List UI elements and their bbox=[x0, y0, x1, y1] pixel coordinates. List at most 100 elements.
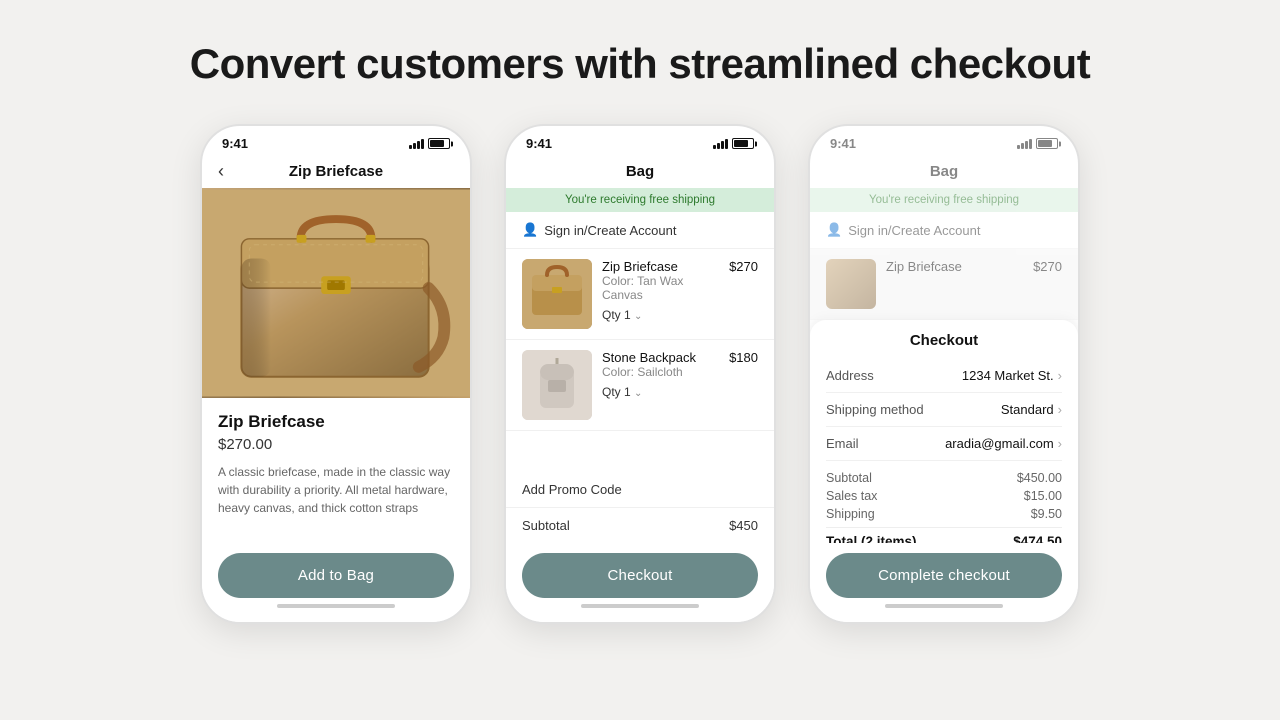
product-image bbox=[202, 188, 470, 398]
status-bar-3: 9:41 bbox=[810, 126, 1078, 155]
phone-bottom-3: Complete checkout bbox=[810, 543, 1078, 622]
address-label: Address bbox=[826, 368, 874, 383]
nav-title-product: Zip Briefcase bbox=[289, 163, 383, 180]
status-time-1: 9:41 bbox=[222, 136, 248, 151]
subtotal-label: Subtotal bbox=[522, 518, 570, 533]
screen-checkout: Bag You're receiving free shipping 👤 Sig… bbox=[810, 155, 1078, 543]
grand-total-row: Total (2 items) $474.50 bbox=[826, 527, 1062, 543]
checkout-email-row[interactable]: Email aradia@gmail.com › bbox=[826, 427, 1062, 461]
status-time-2: 9:41 bbox=[526, 136, 552, 151]
shipping-chevron: › bbox=[1058, 402, 1062, 417]
status-icons-3 bbox=[1017, 138, 1058, 149]
status-icons-1 bbox=[409, 138, 450, 149]
screen-product: ‹ Zip Briefcase bbox=[202, 155, 470, 543]
sign-in-row-3: 👤 Sign in/Create Account bbox=[810, 212, 1078, 249]
subtotal-value: $450 bbox=[729, 518, 758, 533]
checkout-modal: Checkout Address 1234 Market St. › Shipp… bbox=[810, 320, 1078, 543]
address-value: 1234 Market St. › bbox=[962, 368, 1062, 383]
cart-item-price-checkout: $270 bbox=[1033, 259, 1062, 274]
grand-total-value: $474.50 bbox=[1013, 534, 1062, 543]
sign-in-label-2: Sign in/Create Account bbox=[544, 223, 676, 238]
cart-item-qty-1[interactable]: Qty 1 ⌄ bbox=[602, 308, 719, 322]
add-to-bag-button[interactable]: Add to Bag bbox=[218, 553, 454, 598]
cart-item-details-1: Zip Briefcase Color: Tan Wax Canvas Qty … bbox=[602, 259, 719, 322]
cart-item-img-backpack bbox=[522, 350, 592, 420]
email-label: Email bbox=[826, 436, 859, 451]
signal-icon-3 bbox=[1017, 139, 1032, 149]
cart-item-1: Zip Briefcase Color: Tan Wax Canvas Qty … bbox=[506, 249, 774, 340]
shipping-cost-row: Shipping $9.50 bbox=[826, 505, 1062, 523]
shipping-value: Standard › bbox=[1001, 402, 1062, 417]
headline: Convert customers with streamlined check… bbox=[190, 40, 1090, 88]
phones-row: 9:41 ‹ Zip Briefcase bbox=[200, 124, 1080, 624]
status-bar-2: 9:41 bbox=[506, 126, 774, 155]
bag-top-dimmed: Bag You're receiving free shipping 👤 Sig… bbox=[810, 155, 1078, 320]
shipping-cost-label: Shipping bbox=[826, 507, 875, 521]
nav-bar-product: ‹ Zip Briefcase bbox=[202, 155, 470, 188]
cart-item-name-1: Zip Briefcase bbox=[602, 259, 719, 274]
bag-title-3: Bag bbox=[810, 155, 1078, 188]
product-info: Zip Briefcase $270.00 A classic briefcas… bbox=[202, 398, 470, 543]
tax-value: $15.00 bbox=[1024, 489, 1062, 503]
product-price: $270.00 bbox=[218, 436, 454, 453]
status-time-3: 9:41 bbox=[830, 136, 856, 151]
subtotal-value-checkout: $450.00 bbox=[1017, 471, 1062, 485]
phone-bottom-2: Checkout bbox=[506, 543, 774, 622]
phone-checkout: 9:41 Bag You're receiving free shipping … bbox=[808, 124, 1080, 624]
cart-item-name-checkout: Zip Briefcase bbox=[886, 259, 1023, 274]
phone-product: 9:41 ‹ Zip Briefcase bbox=[200, 124, 472, 624]
cart-item-details-checkout: Zip Briefcase bbox=[886, 259, 1023, 274]
free-shipping-banner-2: You're receiving free shipping bbox=[506, 188, 774, 212]
promo-code-row[interactable]: Add Promo Code bbox=[506, 472, 774, 508]
cart-item-img-checkout bbox=[826, 259, 876, 309]
cart-item-color-2: Color: Sailcloth bbox=[602, 365, 719, 379]
status-icons-2 bbox=[713, 138, 754, 149]
email-chevron: › bbox=[1058, 436, 1062, 451]
home-indicator-2 bbox=[581, 604, 699, 608]
complete-checkout-button[interactable]: Complete checkout bbox=[826, 553, 1062, 598]
home-indicator-1 bbox=[277, 604, 395, 608]
checkout-modal-title: Checkout bbox=[826, 332, 1062, 349]
user-icon-2: 👤 bbox=[522, 222, 538, 238]
grand-total-label: Total (2 items) bbox=[826, 534, 917, 543]
battery-icon-1 bbox=[428, 138, 450, 149]
email-value: aradia@gmail.com › bbox=[945, 436, 1062, 451]
cart-item-qty-2[interactable]: Qty 1 ⌄ bbox=[602, 385, 719, 399]
sign-in-row-2[interactable]: 👤 Sign in/Create Account bbox=[506, 212, 774, 249]
cart-item-price-1: $270 bbox=[729, 259, 758, 274]
product-description: A classic briefcase, made in the classic… bbox=[218, 463, 454, 517]
totals-section: Subtotal $450.00 Sales tax $15.00 Shippi… bbox=[826, 461, 1062, 543]
cart-item-img-briefcase bbox=[522, 259, 592, 329]
battery-icon-2 bbox=[732, 138, 754, 149]
subtotal-label-checkout: Subtotal bbox=[826, 471, 872, 485]
screen-bag: Bag You're receiving free shipping 👤 Sig… bbox=[506, 155, 774, 543]
phone-bottom-1: Add to Bag bbox=[202, 543, 470, 622]
cart-item-details-2: Stone Backpack Color: Sailcloth Qty 1 ⌄ bbox=[602, 350, 719, 399]
user-icon-3: 👤 bbox=[826, 222, 842, 238]
tax-label: Sales tax bbox=[826, 489, 877, 503]
subtotal-row: Subtotal $450 bbox=[506, 508, 774, 543]
checkout-address-row[interactable]: Address 1234 Market St. › bbox=[826, 359, 1062, 393]
checkout-button[interactable]: Checkout bbox=[522, 553, 758, 598]
back-button[interactable]: ‹ bbox=[218, 161, 224, 182]
subtotal-total-row: Subtotal $450.00 bbox=[826, 469, 1062, 487]
home-indicator-3 bbox=[885, 604, 1003, 608]
cart-items-2: Zip Briefcase Color: Tan Wax Canvas Qty … bbox=[506, 249, 774, 472]
address-chevron: › bbox=[1058, 368, 1062, 383]
bag-title: Bag bbox=[506, 155, 774, 188]
shipping-label: Shipping method bbox=[826, 402, 924, 417]
cart-item-name-2: Stone Backpack bbox=[602, 350, 719, 365]
cart-item-2: Stone Backpack Color: Sailcloth Qty 1 ⌄ … bbox=[506, 340, 774, 431]
checkout-shipping-row[interactable]: Shipping method Standard › bbox=[826, 393, 1062, 427]
battery-icon-3 bbox=[1036, 138, 1058, 149]
shipping-cost-value: $9.50 bbox=[1031, 507, 1062, 521]
signal-icon-2 bbox=[713, 139, 728, 149]
cart-item-price-2: $180 bbox=[729, 350, 758, 365]
phone-bag: 9:41 Bag You're receiving free shipping … bbox=[504, 124, 776, 624]
tax-row: Sales tax $15.00 bbox=[826, 487, 1062, 505]
cart-item-color-1: Color: Tan Wax Canvas bbox=[602, 274, 719, 302]
sign-in-label-3: Sign in/Create Account bbox=[848, 223, 980, 238]
product-name: Zip Briefcase bbox=[218, 412, 454, 432]
signal-icon-1 bbox=[409, 139, 424, 149]
cart-item-checkout-preview: Zip Briefcase $270 bbox=[810, 249, 1078, 320]
